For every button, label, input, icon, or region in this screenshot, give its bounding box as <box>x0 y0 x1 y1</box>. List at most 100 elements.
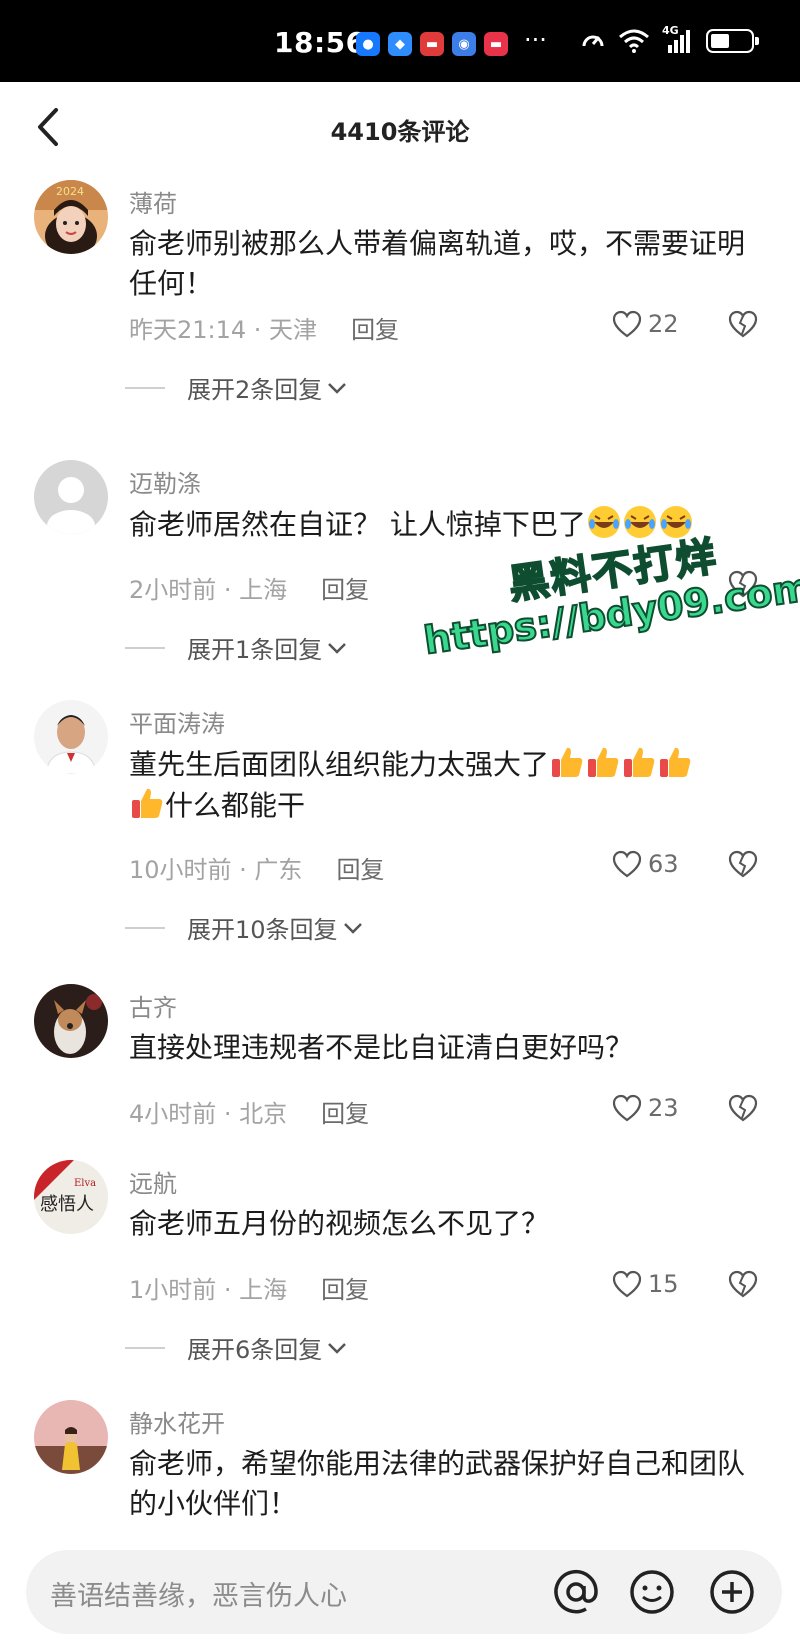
divider <box>125 1346 165 1349</box>
comment-text: 董先生后面团队组织能力太强大了什么都能干 <box>129 744 759 826</box>
like-button[interactable]: 22 <box>612 310 679 338</box>
username[interactable]: 静水花开 <box>129 1404 225 1439</box>
thumbs-up-emoji-icon <box>552 747 583 777</box>
heart-icon <box>612 1094 642 1122</box>
shield-app-icon: ◆ <box>388 32 412 56</box>
username[interactable]: 远航 <box>129 1164 177 1199</box>
comment-text: 俞老师居然在自证？ 让人惊掉下巴了 <box>129 504 759 545</box>
at-mention-icon[interactable] <box>550 1566 602 1618</box>
comment-text: 俞老师五月份的视频怎么不见了？ <box>129 1207 550 1240</box>
divider <box>125 386 165 389</box>
huawei-app-icon: ▬ <box>420 32 444 56</box>
expand-replies-label: 展开1条回复 <box>187 636 323 664</box>
username[interactable]: 迈勒涤 <box>129 464 201 499</box>
svg-text:2024: 2024 <box>56 185 84 198</box>
comment-meta: 10小时前 · 广东 回复 <box>129 850 384 885</box>
username[interactable]: 平面涛涛 <box>129 704 225 739</box>
reply-button[interactable]: 回复 <box>336 850 384 885</box>
status-notification-icons: ● ◆ ▬ ◉ ▬ <box>356 32 508 56</box>
avatar[interactable] <box>34 700 108 774</box>
heart-icon <box>612 850 642 878</box>
like-count: 63 <box>648 850 679 878</box>
thumbs-up-emoji-icon <box>588 747 619 777</box>
comment-count-title: 4410条评论 <box>330 118 470 146</box>
comment-time-location: 昨天21:14 · 天津 <box>129 316 318 344</box>
comment-meta: 1小时前 · 上海 回复 <box>129 1270 369 1305</box>
status-time: 18:56 <box>274 26 366 59</box>
rolling-laughing-emoji-icon <box>623 506 656 538</box>
chevron-down-icon <box>343 922 362 934</box>
expand-replies-button[interactable]: 展开6条回复 <box>125 1330 348 1365</box>
comment-text: 俞老师，希望你能用法律的武器保护好自己和团队的小伙伴们！ <box>129 1447 746 1520</box>
thumbs-up-emoji-icon <box>660 747 691 777</box>
expand-replies-button[interactable]: 展开10条回复 <box>125 910 364 945</box>
comment-text: 直接处理违规者不是比自证清白更好吗？ <box>129 1031 634 1064</box>
reply-button[interactable]: 回复 <box>321 570 369 605</box>
more-notifications-icon: ··· <box>524 26 547 54</box>
avatar[interactable]: 感悟人 Elva <box>34 1160 108 1234</box>
expand-replies-button[interactable]: 展开2条回复 <box>125 370 348 405</box>
expand-replies-label: 展开10条回复 <box>187 916 338 944</box>
comment-time-location: 1小时前 · 上海 <box>129 1276 288 1304</box>
comment-time-location: 4小时前 · 北京 <box>129 1100 288 1128</box>
comment-meta: 2小时前 · 上海 回复 <box>129 570 369 605</box>
avatar[interactable] <box>34 984 108 1058</box>
avatar[interactable] <box>34 460 108 534</box>
comment-meta: 昨天21:14 · 天津 回复 <box>129 310 399 345</box>
comment-input-placeholder[interactable]: 善语结善缘，恶言伤人心 <box>50 1574 347 1613</box>
like-button[interactable]: 15 <box>612 1270 679 1298</box>
broken-heart-icon[interactable] <box>728 570 758 598</box>
plus-icon[interactable] <box>706 1566 758 1618</box>
like-count: 23 <box>648 1094 679 1122</box>
divider <box>125 926 165 929</box>
expand-replies-label: 展开2条回复 <box>187 376 323 404</box>
thumbs-up-emoji-icon <box>132 788 163 818</box>
avatar[interactable] <box>34 1400 108 1474</box>
message-app-icon: ● <box>356 32 380 56</box>
cellular-signal-icon: 4G <box>662 24 694 54</box>
comments-header: 4410条评论 <box>0 82 800 178</box>
xiaohongshu-app-icon: ▬ <box>484 32 508 56</box>
broken-heart-icon[interactable] <box>728 1094 758 1122</box>
expand-replies-label: 展开6条回复 <box>187 1336 323 1364</box>
svg-text:Elva: Elva <box>74 1178 96 1189</box>
like-button[interactable]: 63 <box>612 850 679 878</box>
thumbs-up-emoji-icon <box>624 747 655 777</box>
comment-text-body: 俞老师居然在自证？ 让人惊掉下巴了 <box>129 508 586 541</box>
comment-text-body: 董先生后面团队组织能力太强大了 <box>129 748 550 781</box>
status-system-icons: 4G <box>580 24 759 54</box>
username[interactable]: 薄荷 <box>129 184 177 219</box>
comment-input-bar[interactable]: 善语结善缘，恶言伤人心 <box>26 1550 782 1634</box>
heart-icon <box>612 1270 642 1298</box>
comment-text: 俞老师别被那么人带着偏离轨道，哎，不需要证明任何！ <box>129 227 746 300</box>
like-count: 22 <box>648 310 679 338</box>
status-bar: 18:56 ● ◆ ▬ ◉ ▬ ··· 4G <box>0 0 800 82</box>
battery-icon <box>706 29 759 53</box>
like-button[interactable]: 23 <box>612 1094 679 1122</box>
emoji-icon[interactable] <box>626 1566 678 1618</box>
heart-icon <box>612 310 642 338</box>
chevron-down-icon <box>328 642 347 654</box>
comment-time-location: 10小时前 · 广东 <box>129 856 303 884</box>
like-count: 15 <box>648 1270 679 1298</box>
comment-meta: 4小时前 · 北京 回复 <box>129 1094 369 1129</box>
reply-button[interactable]: 回复 <box>351 310 399 345</box>
wifi-icon <box>619 29 649 53</box>
broken-heart-icon[interactable] <box>728 850 758 878</box>
divider <box>125 646 165 649</box>
comment-time-location: 2小时前 · 上海 <box>129 576 288 604</box>
comment-text-continuation: 什么都能干 <box>165 789 306 822</box>
avatar[interactable]: 2024 <box>34 180 108 254</box>
broken-heart-icon[interactable] <box>728 1270 758 1298</box>
username[interactable]: 古齐 <box>129 988 177 1023</box>
reply-button[interactable]: 回复 <box>321 1270 369 1305</box>
expand-replies-button[interactable]: 展开1条回复 <box>125 630 348 665</box>
broken-heart-icon[interactable] <box>728 310 758 338</box>
svg-text:感悟人: 感悟人 <box>40 1194 94 1215</box>
chevron-down-icon <box>328 382 347 394</box>
speed-icon <box>582 35 604 47</box>
chevron-down-icon <box>328 1342 347 1354</box>
rolling-laughing-emoji-icon <box>659 506 692 538</box>
reply-button[interactable]: 回复 <box>321 1094 369 1129</box>
rolling-laughing-emoji-icon <box>587 506 620 538</box>
